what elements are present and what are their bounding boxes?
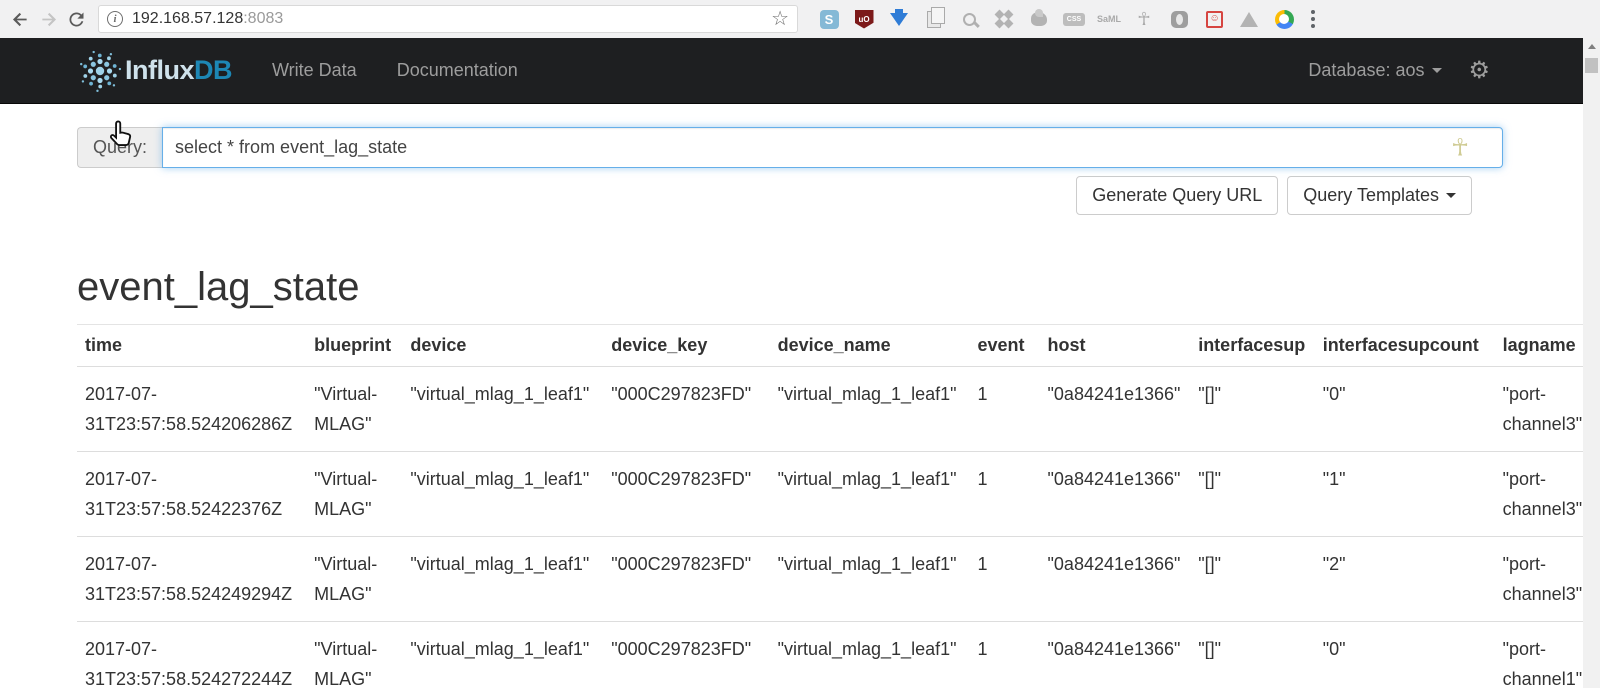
nav-link-documentation[interactable]: Documentation [397, 60, 518, 81]
column-header-event: event [969, 324, 1040, 367]
table-cell: "000C297823FD" [603, 536, 770, 622]
table-cell: "virtual_mlag_1_leaf1" [769, 451, 970, 537]
influxdb-logo[interactable]: InfluxDB [77, 48, 233, 94]
scrollbar-up-button[interactable] [1583, 38, 1600, 55]
column-header-device_key: device_key [603, 324, 770, 367]
column-header-interfacesupcount: interfacesupcount [1314, 324, 1495, 367]
table-cell: "[]" [1190, 451, 1315, 537]
table-cell: "0a84241e1366" [1039, 451, 1191, 537]
influxdb-navbar: InfluxDB Write Data Documentation Databa… [0, 38, 1600, 146]
saml-extension-icon[interactable]: SaML [1097, 8, 1121, 30]
back-button[interactable] [6, 5, 34, 33]
keep-extension-icon[interactable] [1273, 8, 1295, 30]
red-stamp-extension-icon[interactable] [1203, 8, 1225, 30]
column-header-device: device [402, 324, 604, 367]
table-cell: 1 [969, 536, 1040, 622]
bird-extension-icon[interactable] [1028, 8, 1050, 30]
drive-extension-icon[interactable] [1238, 8, 1260, 30]
table-row: 2017-07-31T23:57:58.524272244Z "Virtual-M… [77, 621, 1600, 688]
table-cell: "Virtual-MLAG" [306, 366, 403, 452]
table-cell: 2017-07-31T23:57:58.524272244Z [77, 621, 307, 688]
table-cell: "[]" [1190, 621, 1315, 688]
table-cell: "virtual_mlag_1_leaf1" [402, 536, 604, 622]
table-cell: 2017-07-31T23:57:58.524249294Z [77, 536, 307, 622]
page-scrollbar[interactable] [1583, 38, 1600, 688]
column-header-host: host [1039, 324, 1191, 367]
ankh-extension-icon[interactable]: ☥ [1133, 8, 1155, 30]
column-header-device_name: device_name [769, 324, 970, 367]
table-row: 2017-07-31T23:57:58.52422376Z "Virtual-ML… [77, 451, 1600, 537]
table-cell: "0a84241e1366" [1039, 366, 1191, 452]
table-row: 2017-07-31T23:57:58.524249294Z "Virtual-M… [77, 536, 1600, 622]
table-cell: 1 [969, 451, 1040, 537]
table-cell: "0a84241e1366" [1039, 621, 1191, 688]
table-cell: "2" [1314, 536, 1495, 622]
table-cell: "virtual_mlag_1_leaf1" [402, 366, 604, 452]
column-header-blueprint: blueprint [306, 324, 403, 367]
table-header-row: time blueprint device device_key device_name… [77, 324, 1600, 367]
nav-link-write-data[interactable]: Write Data [272, 60, 357, 81]
browser-toolbar: i 192.168.57.128:8083 ☆ S uO CSS SaML ☥ [0, 0, 1600, 38]
table-cell: "Virtual-MLAG" [306, 536, 403, 622]
generate-query-url-button[interactable]: Generate Query URL [1076, 176, 1279, 215]
table-cell: "virtual_mlag_1_leaf1" [769, 366, 970, 452]
chevron-down-icon [1446, 193, 1456, 198]
pages-extension-icon[interactable] [923, 6, 945, 30]
query-buttons: Generate Query URL Query Templates [77, 176, 1503, 215]
table-cell: 2017-07-31T23:57:58.52422376Z [77, 451, 307, 537]
table-cell: "virtual_mlag_1_leaf1" [402, 451, 604, 537]
css-extension-icon[interactable]: CSS [1062, 8, 1086, 30]
table-cell: "Virtual-MLAG" [306, 451, 403, 537]
database-dropdown[interactable]: Database: aos [1308, 60, 1443, 81]
table-cell: 2017-07-31T23:57:58.524206286Z [77, 366, 307, 452]
url-text: 192.168.57.128:8083 [132, 10, 284, 27]
query-templates-button[interactable]: Query Templates [1287, 176, 1472, 215]
table-cell: 1 [969, 621, 1040, 688]
navbar-right: Database: aos ⚙ [1308, 58, 1490, 83]
scrollbar-thumb[interactable] [1585, 58, 1598, 73]
chevron-down-icon [1432, 68, 1443, 73]
table-cell: "virtual_mlag_1_leaf1" [769, 536, 970, 622]
forward-button[interactable] [34, 5, 62, 33]
table-cell: "virtual_mlag_1_leaf1" [769, 621, 970, 688]
measurement-title: event_lag_state [77, 265, 360, 309]
table-cell: "000C297823FD" [603, 451, 770, 537]
influxdb-starburst-icon [80, 50, 122, 92]
bookmark-star-icon[interactable]: ☆ [771, 9, 789, 29]
table-cell: "Virtual-MLAG" [306, 621, 403, 688]
table-cell: "0a84241e1366" [1039, 536, 1191, 622]
column-header-time: time [77, 324, 307, 367]
brand-text: InfluxDB [125, 55, 233, 85]
table-cell: "1" [1314, 451, 1495, 537]
table-cell: "[]" [1190, 536, 1315, 622]
table-cell: "0" [1314, 366, 1495, 452]
query-input[interactable] [162, 127, 1503, 168]
extensions-row: S uO CSS SaML ☥ [818, 6, 1295, 30]
results-table: time blueprint device device_key device_name… [77, 324, 1600, 688]
table-cell: "000C297823FD" [603, 366, 770, 452]
page-info-icon[interactable]: i [107, 11, 123, 27]
mask-extension-icon[interactable] [1168, 8, 1190, 30]
address-bar[interactable]: i 192.168.57.128:8083 ☆ [98, 5, 798, 33]
column-header-interfacesup: interfacesup [1190, 324, 1315, 367]
session-extension-icon[interactable]: S [818, 8, 840, 30]
code-search-icon[interactable] [958, 8, 980, 30]
admin-page: Query: ☥ Generate Query URL Query Templa… [0, 104, 1600, 688]
query-label: Query: [77, 127, 163, 168]
query-group: Query: ☥ [77, 127, 1503, 168]
table-cell: 1 [969, 366, 1040, 452]
browser-menu-icon[interactable] [1307, 6, 1319, 32]
table-cell: "virtual_mlag_1_leaf1" [402, 621, 604, 688]
settings-gear-icon[interactable]: ⚙ [1468, 58, 1490, 83]
table-cell: "000C297823FD" [603, 621, 770, 688]
table-cell: "[]" [1190, 366, 1315, 452]
ublock-origin-icon[interactable]: uO [853, 8, 875, 30]
dropbox-extension-icon[interactable] [993, 8, 1015, 30]
table-row: 2017-07-31T23:57:58.524206286Z "Virtual-M… [77, 366, 1600, 452]
reload-button[interactable] [62, 5, 90, 33]
table-cell: "0" [1314, 621, 1495, 688]
download-arrow-icon[interactable] [888, 8, 910, 30]
